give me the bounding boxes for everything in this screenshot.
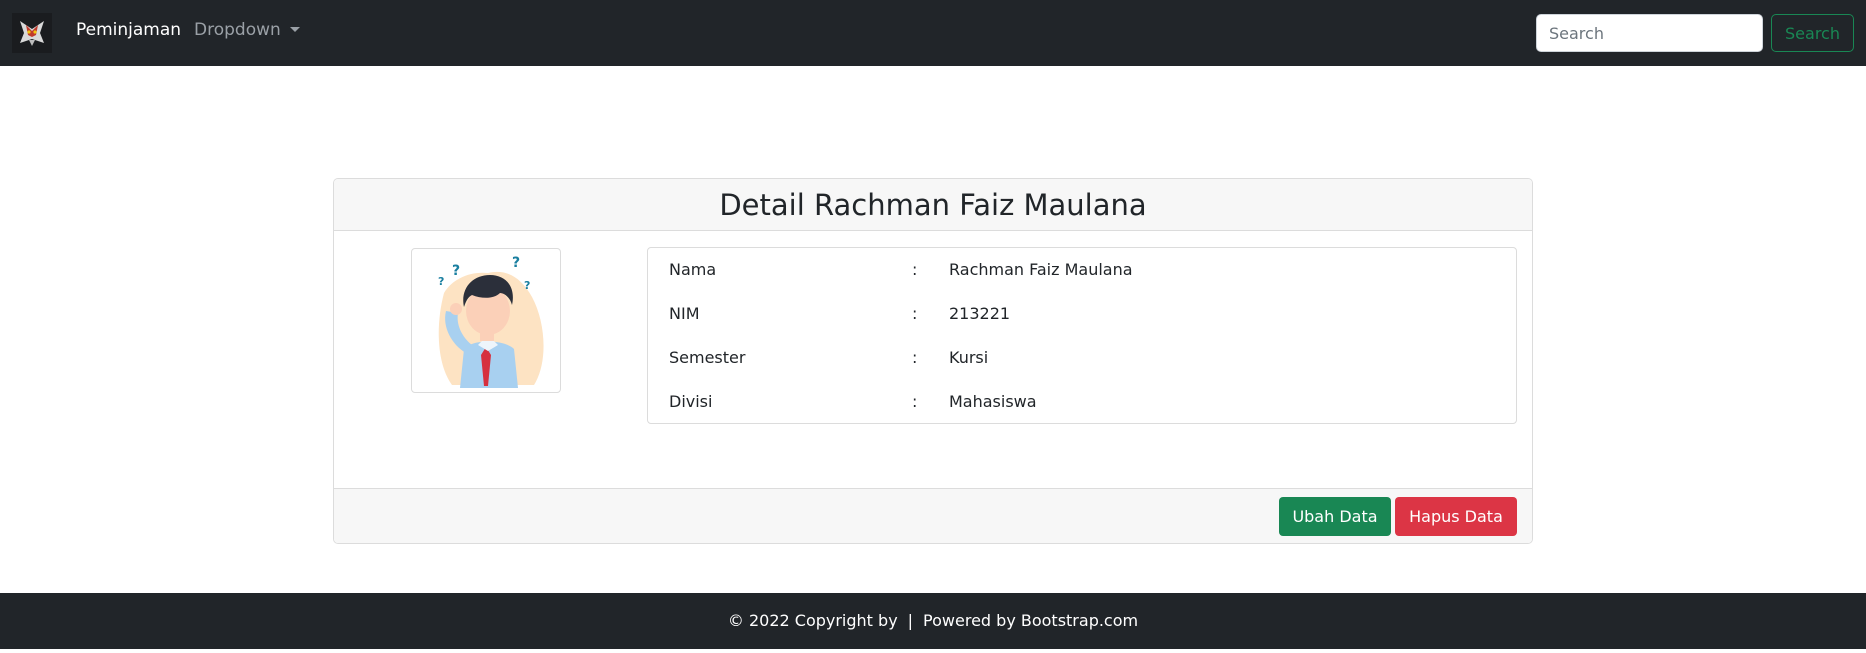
detail-row-semester: Semester : Kursi — [648, 336, 1516, 380]
field-value: 213221 — [949, 304, 1011, 323]
search-input[interactable] — [1536, 14, 1763, 52]
field-value: Rachman Faiz Maulana — [949, 260, 1133, 279]
field-separator: : — [912, 392, 918, 411]
svg-text:?: ? — [452, 263, 460, 279]
field-separator: : — [912, 348, 918, 367]
search-button[interactable]: Search — [1771, 14, 1854, 52]
field-value: Kursi — [949, 348, 989, 367]
field-label: NIM — [669, 304, 700, 323]
field-label: Divisi — [669, 392, 713, 411]
confused-person-illustration: ? ? ? ? — [438, 255, 544, 388]
edit-button[interactable]: Ubah Data — [1279, 497, 1391, 536]
detail-list: Nama : Rachman Faiz Maulana NIM : 213221… — [647, 247, 1517, 424]
field-value: Mahasiswa — [949, 392, 1037, 411]
powered-by-text: Powered by Bootstrap.com — [923, 611, 1139, 630]
footer-separator: | — [907, 611, 914, 630]
chevron-down-icon — [289, 27, 300, 32]
svg-text:?: ? — [512, 255, 520, 271]
detail-row-nama: Nama : Rachman Faiz Maulana — [648, 248, 1516, 292]
card-footer: Ubah Data Hapus Data — [334, 488, 1532, 543]
nav-dropdown-toggle[interactable]: Dropdown — [194, 20, 300, 40]
detail-row-nim: NIM : 213221 — [648, 292, 1516, 336]
robot-logo-icon[interactable] — [12, 13, 52, 53]
page-footer: © 2022 Copyright by | Powered by Bootstrap… — [0, 593, 1866, 649]
field-label: Semester — [669, 348, 746, 367]
dropdown-label: Dropdown — [194, 20, 281, 40]
svg-text:?: ? — [438, 275, 444, 288]
detail-row-divisi: Divisi : Mahasiswa — [648, 380, 1516, 424]
navbar: Peminjaman Dropdown Search — [0, 0, 1866, 66]
page-title: Detail Rachman Faiz Maulana — [719, 188, 1147, 222]
nav-brand-peminjaman[interactable]: Peminjaman — [76, 20, 181, 40]
detail-card: Detail Rachman Faiz Maulana ? ? ? ? Nama… — [333, 178, 1533, 544]
delete-button[interactable]: Hapus Data — [1395, 497, 1517, 536]
field-label: Nama — [669, 260, 717, 279]
field-separator: : — [912, 304, 918, 323]
svg-text:?: ? — [524, 279, 530, 292]
copyright-text: © 2022 Copyright by — [727, 611, 898, 630]
avatar: ? ? ? ? — [411, 248, 561, 393]
card-header: Detail Rachman Faiz Maulana — [334, 179, 1532, 231]
field-separator: : — [912, 260, 918, 279]
